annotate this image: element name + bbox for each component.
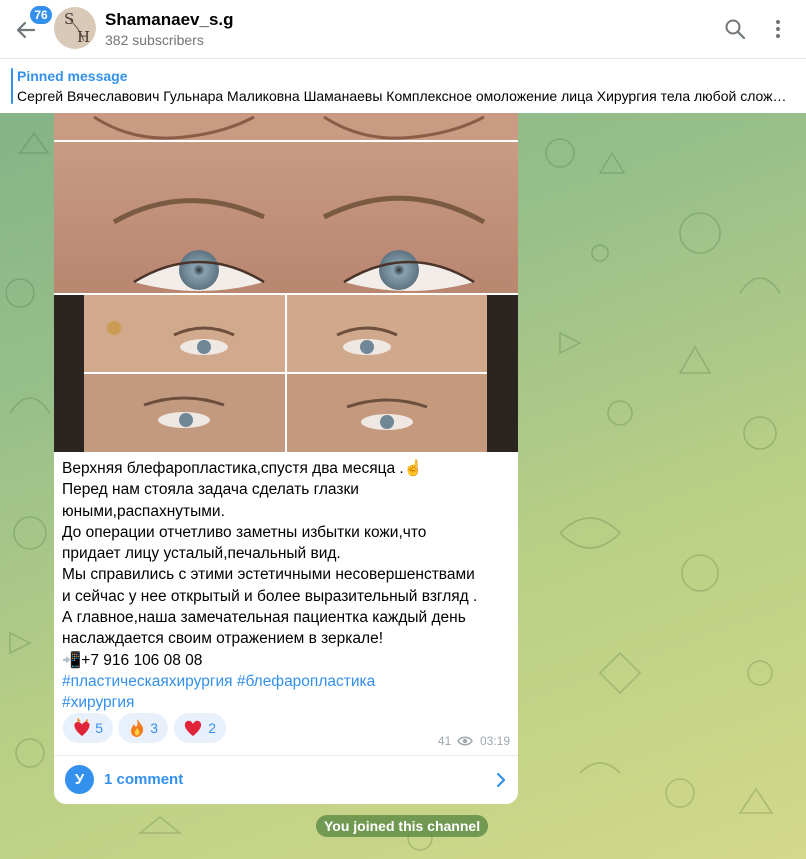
- reaction-fire[interactable]: 3: [118, 713, 168, 743]
- views-eye-icon: [456, 736, 473, 746]
- subscriber-count: 382 subscribers: [105, 32, 204, 48]
- album-photo-1[interactable]: [54, 113, 518, 140]
- album-photo-3[interactable]: [54, 295, 285, 452]
- red-heart-icon: [184, 720, 202, 736]
- hashtag-link[interactable]: #хирургия: [62, 694, 134, 711]
- commenter-avatar: У: [65, 765, 94, 794]
- channel-avatar[interactable]: S H: [54, 7, 96, 49]
- more-options-icon[interactable]: [766, 17, 790, 41]
- fire-icon: [131, 719, 144, 737]
- comments-button[interactable]: У 1 comment: [54, 756, 518, 804]
- caption-line: Перед нам стояла задача сделать глазки: [62, 481, 359, 499]
- phone-line[interactable]: 📲+7 916 106 08 08: [62, 650, 512, 671]
- caption-line: юными,распахнутыми.: [62, 502, 225, 520]
- channel-post: Верхняя блефаропластика,спустя два месяц…: [54, 113, 518, 804]
- post-time: 03:19: [479, 733, 510, 748]
- reaction-count: 2: [208, 720, 216, 736]
- pinned-message-bar[interactable]: Pinned message Сергей Вячеславович Гульн…: [0, 58, 806, 113]
- pinned-title: Pinned message: [17, 68, 128, 84]
- service-message: You joined this channel: [316, 815, 489, 837]
- pinned-text: Сергей Вячеславович Гульнара Маликовна Ш…: [17, 88, 787, 104]
- view-count: 41: [437, 733, 452, 748]
- pinned-accent-bar: [11, 68, 13, 104]
- hashtag-link[interactable]: #пластическаяхирургия: [62, 673, 233, 690]
- unread-count-badge: 76: [30, 6, 52, 24]
- reaction-count: 5: [95, 720, 103, 736]
- reaction-heart-on-fire[interactable]: 5: [63, 713, 113, 743]
- photo-album: [54, 113, 518, 452]
- chat-header: 76 S H Shamanaev_s.g 382 subscribers: [0, 0, 806, 58]
- caption-line: и сейчас у нее открытый и более выразите…: [62, 587, 478, 605]
- reaction-red-heart[interactable]: 2: [174, 713, 226, 743]
- album-photo-4[interactable]: [287, 295, 518, 452]
- heart-on-fire-icon: [74, 718, 90, 736]
- caption-line: Мы справились с этими эстетичными несове…: [62, 566, 475, 584]
- caption-line: придает лицу усталый,печальный вид.: [62, 545, 341, 563]
- album-photo-2[interactable]: [54, 142, 518, 293]
- caption-line: наслаждается своим отражением в зеркале!: [62, 630, 383, 648]
- comments-label: 1 comment: [104, 771, 184, 788]
- caption-line: До операции отчетливо заметны избытки ко…: [62, 523, 427, 541]
- post-caption: Верхняя блефаропластика,спустя два месяц…: [62, 458, 512, 714]
- reaction-count: 3: [150, 720, 158, 736]
- chevron-right-icon: [496, 772, 506, 788]
- caption-line: Верхняя блефаропластика,спустя два месяц…: [62, 460, 424, 477]
- avatar-letter-h: H: [77, 28, 91, 46]
- hashtag-link[interactable]: #блефаропластика: [237, 673, 375, 690]
- search-icon[interactable]: [723, 17, 747, 41]
- channel-name[interactable]: Shamanaev_s.g: [105, 10, 234, 30]
- post-meta: 41 03:19: [438, 733, 510, 748]
- caption-line: А главное,наша замечательная пациентка к…: [62, 609, 466, 627]
